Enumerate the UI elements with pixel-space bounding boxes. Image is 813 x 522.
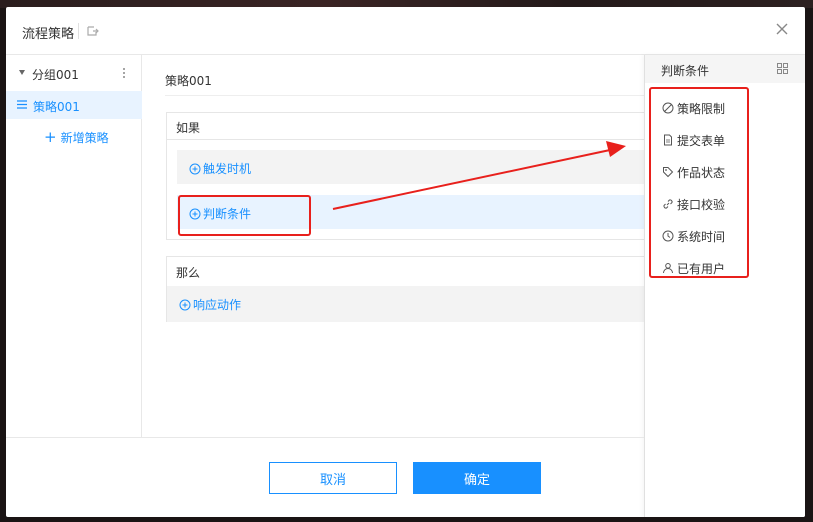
title-divider-line bbox=[165, 95, 645, 96]
condition-panel-title: 判断条件 bbox=[661, 64, 710, 78]
annotation-highlight-judge bbox=[178, 195, 311, 236]
grid-icon[interactable] bbox=[777, 63, 788, 74]
add-trigger-button[interactable]: 触发时机 bbox=[189, 160, 251, 177]
export-icon[interactable] bbox=[86, 24, 100, 38]
circle-plus-icon bbox=[189, 163, 201, 174]
add-action-button[interactable]: 响应动作 bbox=[179, 296, 241, 313]
condition-panel-header: 判断条件 bbox=[645, 55, 805, 83]
policy-label: 策略001 bbox=[33, 100, 80, 114]
policy-title: 策略001 bbox=[165, 74, 212, 88]
more-vertical-icon[interactable] bbox=[121, 67, 127, 79]
then-section: 那么 响应动作 bbox=[166, 256, 645, 322]
add-policy-button[interactable]: + 新增策略 bbox=[44, 128, 109, 146]
caret-down-icon[interactable] bbox=[19, 70, 25, 75]
annotation-highlight-conditions bbox=[649, 87, 749, 278]
dialog-title: 流程策略 bbox=[22, 27, 75, 42]
then-label: 那么 bbox=[176, 266, 201, 280]
trigger-row: 触发时机 bbox=[177, 150, 646, 184]
dialog-header: 流程策略 bbox=[6, 7, 805, 55]
plus-icon: + bbox=[44, 127, 57, 146]
if-label: 如果 bbox=[176, 121, 201, 135]
dialog-footer: 取消 确定 bbox=[6, 437, 644, 517]
if-section-header: 如果 bbox=[167, 113, 645, 140]
list-icon bbox=[17, 100, 27, 109]
action-label: 响应动作 bbox=[193, 298, 242, 312]
policy-editor: 策略001 如果 触发时机 判断条件 那么 响应动作 bbox=[143, 55, 646, 437]
group-label: 分组001 bbox=[32, 68, 79, 82]
cancel-button[interactable]: 取消 bbox=[269, 462, 397, 494]
sidebar-item-policy[interactable]: 策略001 bbox=[6, 91, 142, 119]
action-row: 响应动作 bbox=[167, 286, 645, 322]
confirm-button[interactable]: 确定 bbox=[413, 462, 541, 494]
trigger-label: 触发时机 bbox=[203, 162, 252, 176]
sidebar-group-row[interactable]: 分组001 bbox=[6, 59, 142, 87]
circle-plus-icon bbox=[179, 299, 191, 310]
policy-sidebar: 分组001 策略001 + 新增策略 bbox=[6, 55, 142, 437]
add-policy-label: 新增策略 bbox=[60, 130, 109, 145]
title-divider bbox=[78, 23, 79, 39]
close-icon[interactable] bbox=[774, 21, 790, 37]
